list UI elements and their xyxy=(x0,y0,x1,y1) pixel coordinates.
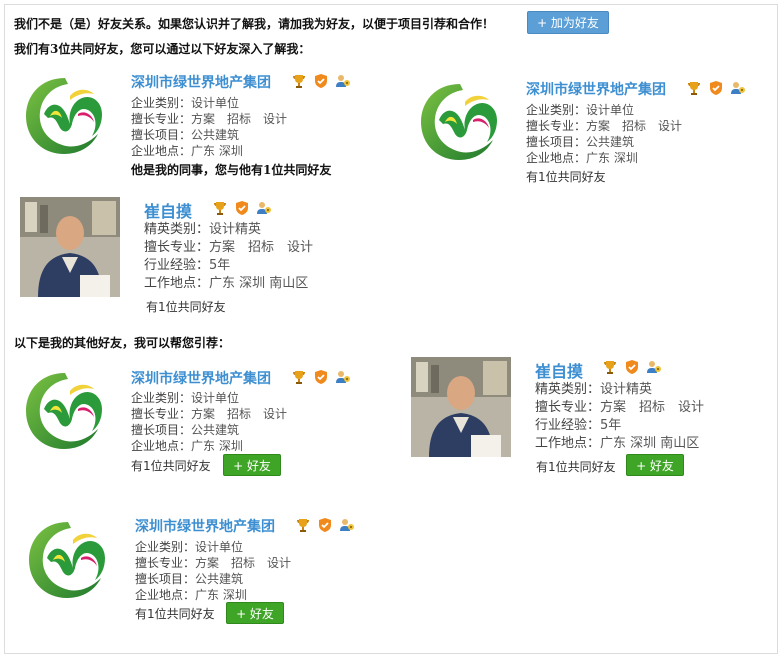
person-info: 精英类别：设计精英 擅长专业：方案 招标 设计 行业经验：5年 工作地点：广东 … xyxy=(535,382,705,451)
user-icon xyxy=(335,369,351,385)
company-logo[interactable] xyxy=(22,74,108,158)
mutual-count: 有1位共同好友 xyxy=(135,607,215,621)
shield-icon xyxy=(624,359,640,375)
company-info: 企业类别：设计单位 擅长专业：方案 招标 设计 擅长项目：公共建筑 企业地点：广… xyxy=(526,103,683,165)
mutual-count: 有1位共同好友 xyxy=(526,170,606,184)
shield-icon xyxy=(313,369,329,385)
trophy-icon xyxy=(291,369,307,385)
add-friend-button[interactable]: + 好友 xyxy=(223,454,281,476)
mutual-count: 有1位共同好友 xyxy=(131,459,211,473)
company-logo[interactable] xyxy=(25,518,111,602)
person-photo[interactable] xyxy=(20,197,120,297)
user-icon xyxy=(730,80,746,96)
user-icon xyxy=(335,73,351,89)
trophy-icon xyxy=(295,517,311,533)
company-info: 企业类别：设计单位 擅长专业：方案 招标 设计 擅长项目：公共建筑 企业地点：广… xyxy=(131,391,288,453)
add-friend-button[interactable]: + 好友 xyxy=(226,602,284,624)
mutual-friends-text: 我们有3位共同好友，您可以通过以下好友深入了解我： xyxy=(14,42,311,56)
company-info: 企业类别：设计单位 擅长专业：方案 招标 设计 擅长项目：公共建筑 企业地点：广… xyxy=(131,96,288,158)
mutual-count: 有1位共同好友 xyxy=(536,460,616,474)
add-friend-button[interactable]: + 加为好友 xyxy=(527,11,609,34)
colleague-note: 他是我的同事，您与他有1位共同好友 xyxy=(131,163,332,177)
user-icon xyxy=(256,200,272,216)
trophy-icon xyxy=(602,359,618,375)
company-logo[interactable] xyxy=(22,369,108,453)
company-name-link[interactable]: 深圳市绿世界地产集团 xyxy=(131,72,271,92)
person-info: 精英类别：设计精英 擅长专业：方案 招标 设计 行业经验：5年 工作地点：广东 … xyxy=(144,222,314,291)
company-name-link[interactable]: 深圳市绿世界地产集团 xyxy=(135,516,275,536)
shield-icon xyxy=(234,200,250,216)
shield-icon xyxy=(313,73,329,89)
person-photo[interactable] xyxy=(411,357,511,457)
add-friend-button[interactable]: + 好友 xyxy=(626,454,684,476)
user-icon xyxy=(339,517,355,533)
user-icon xyxy=(646,359,662,375)
trophy-icon xyxy=(212,200,228,216)
company-name-link[interactable]: 深圳市绿世界地产集团 xyxy=(526,79,666,99)
trophy-icon xyxy=(291,73,307,89)
company-info: 企业类别：设计单位 擅长专业：方案 招标 设计 擅长项目：公共建筑 企业地点：广… xyxy=(135,540,292,602)
trophy-icon xyxy=(686,80,702,96)
company-name-link[interactable]: 深圳市绿世界地产集团 xyxy=(131,368,271,388)
other-friends-title: 以下是我的其他好友，我可以帮您引荐： xyxy=(14,336,231,350)
shield-icon xyxy=(708,80,724,96)
relation-text: 我们不是（是）好友关系。如果您认识并了解我，请加我为好友，以便于项目引荐和合作！ xyxy=(14,17,495,31)
person-name-link[interactable]: 崔自摸 xyxy=(535,358,583,382)
mutual-count: 有1位共同好友 xyxy=(146,300,226,314)
person-name-link[interactable]: 崔自摸 xyxy=(144,198,192,222)
company-logo[interactable] xyxy=(417,80,503,164)
shield-icon xyxy=(317,517,333,533)
